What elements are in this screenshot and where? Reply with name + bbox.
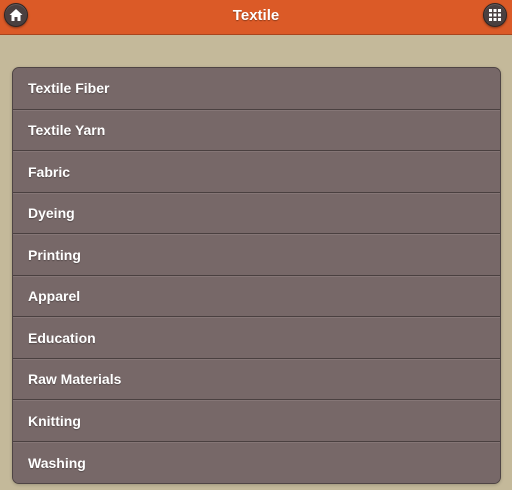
list-item-apparel[interactable]: Apparel <box>13 275 500 317</box>
page-title: Textile <box>232 7 280 24</box>
header-bar: Textile <box>0 0 512 35</box>
list-item-label: Textile Fiber <box>28 80 110 97</box>
list-item-textile-fiber[interactable]: Textile Fiber <box>13 68 500 110</box>
list-item-label: Textile Yarn <box>28 122 106 139</box>
list-item-education[interactable]: Education <box>13 317 500 359</box>
list-item-dyeing[interactable]: Dyeing <box>13 192 500 234</box>
list-item-label: Printing <box>28 246 81 263</box>
grid-icon <box>489 9 501 21</box>
list-item-washing[interactable]: Washing <box>13 441 500 483</box>
list-item-label: Fabric <box>28 163 71 180</box>
list-item-label: Dyeing <box>28 205 75 222</box>
list-item-raw-materials[interactable]: Raw Materials <box>13 358 500 400</box>
list-item-label: Washing <box>28 454 86 471</box>
list-item-label: Raw Materials <box>28 371 122 388</box>
list-item-fabric[interactable]: Fabric <box>13 151 500 193</box>
category-list: Textile Fiber Textile Yarn Fabric Dyeing… <box>12 67 501 484</box>
list-item-printing[interactable]: Printing <box>13 234 500 276</box>
list-item-label: Apparel <box>28 288 81 305</box>
list-item-label: Education <box>28 329 96 346</box>
list-item-textile-yarn[interactable]: Textile Yarn <box>13 109 500 151</box>
list-item-label: Knitting <box>28 412 81 429</box>
list-item-knitting[interactable]: Knitting <box>13 400 500 442</box>
grid-menu-button[interactable] <box>483 3 507 27</box>
